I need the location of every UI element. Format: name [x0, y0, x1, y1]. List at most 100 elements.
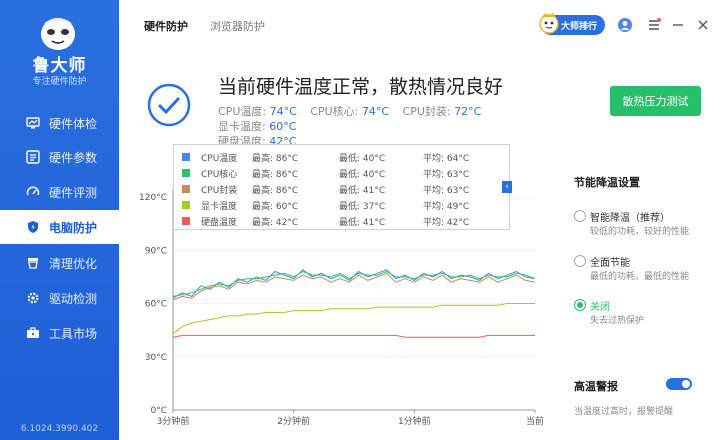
- sidebar: 鲁大师 专注硬件防护 硬件体检 硬件参数 硬件评测 电脑防护 清理优化 驱动检测…: [0, 0, 119, 440]
- temp-value: 72°C: [454, 105, 482, 118]
- temp-value: 74°C: [269, 105, 297, 118]
- temp-cpu-package: CPU封装: 72°C: [403, 105, 482, 118]
- legend-series-name: CPU封装: [201, 185, 238, 196]
- legend-row: CPU温度 最高: 86°C 最低: 40°C 平均: 64°C: [174, 149, 509, 165]
- legend-swatch: [182, 217, 190, 225]
- radio-button-selected[interactable]: [574, 299, 586, 311]
- legend-avg: 平均: 42°C: [423, 217, 470, 228]
- legend-max: 最高: 60°C: [252, 201, 299, 212]
- legend-row: CPU核心 最高: 86°C 最低: 40°C 平均: 63°C: [174, 165, 509, 181]
- temp-label: CPU核心:: [310, 105, 359, 118]
- legend-avg: 平均: 63°C: [423, 185, 470, 196]
- temp-value: 74°C: [361, 105, 390, 118]
- status-ok-icon: [147, 83, 191, 127]
- sidebar-item-tool-market[interactable]: 工具市场: [0, 316, 119, 350]
- series-line: [172, 334, 535, 338]
- legend-series-name: CPU温度: [201, 153, 238, 164]
- y-tick-label: 90°C: [145, 246, 167, 256]
- temp-gpu: 显卡温度: 60°C: [218, 120, 296, 133]
- legend-series-name: 显卡温度: [201, 201, 238, 212]
- gauge-icon: [26, 186, 40, 196]
- legend-collapse-button[interactable]: ‹: [502, 181, 512, 193]
- option-label: 智能降温（推荐）: [590, 213, 670, 224]
- legend-swatch: [182, 153, 190, 161]
- sidebar-item-driver-check[interactable]: 驱动检测: [0, 281, 119, 315]
- cooling-stress-test-button[interactable]: 散热压力测试: [610, 86, 701, 116]
- tab-hardware-protection[interactable]: 硬件防护: [144, 18, 188, 34]
- shield-bolt-icon: [28, 221, 38, 233]
- y-tick-label: 60°C: [145, 300, 167, 310]
- sidebar-item-label: 电脑防护: [49, 220, 98, 235]
- legend-min: 最低: 40°C: [339, 169, 386, 180]
- version-text: 6.1024.3990.402: [20, 424, 99, 434]
- temp-label: CPU封装:: [402, 105, 451, 118]
- sidebar-item-label: 硬件评测: [49, 185, 98, 200]
- legend-swatch: [182, 201, 190, 209]
- sidebar-item-label: 清理优化: [49, 256, 98, 271]
- x-tick-label: 当前: [526, 415, 544, 427]
- close-icon[interactable]: [695, 17, 711, 33]
- sidebar-item-label: 硬件参数: [49, 150, 98, 165]
- sidebar-item-label: 硬件体检: [49, 116, 98, 131]
- x-tick-label: 2分钟前: [277, 415, 310, 427]
- legend-avg: 平均: 63°C: [423, 169, 470, 180]
- temp-value: 60°C: [269, 120, 297, 133]
- sidebar-item-hardware-benchmark[interactable]: 硬件评测: [0, 175, 119, 209]
- rank-label: 大师排行: [561, 21, 598, 32]
- legend-max: 最高: 86°C: [252, 169, 299, 180]
- high-temp-alarm-toggle[interactable]: [666, 378, 692, 390]
- temp-label: 显卡温度:: [218, 120, 266, 133]
- legend-swatch: [182, 185, 190, 193]
- temp-cpu: CPU温度: 74°C: [218, 105, 297, 118]
- legend-series-name: CPU核心: [201, 169, 238, 180]
- chart-legend: CPU温度 最高: 86°C 最低: 40°C 平均: 64°C CPU核心 最高: 86…: [173, 144, 510, 230]
- energy-cooling-title: 节能降温设置: [574, 176, 640, 189]
- sidebar-item-pc-protection[interactable]: 电脑防护: [0, 210, 119, 244]
- series-line: [172, 270, 536, 297]
- status-title: 当前硬件温度正常，散热情况良好: [218, 76, 504, 98]
- legend-max: 最高: 86°C: [252, 153, 299, 164]
- sidebar-item-label: 驱动检测: [49, 291, 98, 306]
- tab-bar: 硬件防护 浏览器防护: [144, 18, 265, 34]
- legend-row: 显卡温度 最高: 60°C 最低: 37°C 平均: 49°C: [174, 197, 509, 213]
- legend-max: 最高: 42°C: [252, 217, 299, 228]
- menu-icon[interactable]: [646, 17, 662, 33]
- gear-icon: [27, 292, 39, 304]
- y-tick-label: 30°C: [145, 353, 167, 363]
- option-description: 较低的功耗，较好的性能: [590, 227, 690, 237]
- option-description: 失去过热保护: [590, 316, 645, 326]
- minimize-icon[interactable]: [670, 17, 686, 33]
- broom-icon: [28, 258, 38, 269]
- monitor-icon: [26, 117, 40, 129]
- series-line: [172, 303, 535, 335]
- legend-max: 最高: 86°C: [252, 185, 299, 196]
- legend-series-name: 硬盘温度: [201, 217, 238, 228]
- temp-label: CPU温度:: [218, 105, 267, 118]
- user-icon[interactable]: [617, 17, 633, 33]
- toolbox-icon: [27, 327, 39, 338]
- legend-min: 最低: 37°C: [339, 201, 386, 212]
- radio-button[interactable]: [574, 255, 586, 267]
- master-logo-icon: [41, 18, 75, 50]
- legend-min: 最低: 41°C: [339, 217, 386, 228]
- x-tick-label: 1分钟前: [398, 415, 431, 427]
- sidebar-item-label: 工具市场: [49, 326, 98, 341]
- rank-avatar-icon: [539, 13, 559, 34]
- legend-min: 最低: 41°C: [339, 185, 386, 196]
- legend-row: CPU封装 最高: 86°C 最低: 41°C 平均: 63°C: [174, 181, 509, 197]
- option-label: 关闭: [590, 302, 610, 313]
- sidebar-item-cleanup[interactable]: 清理优化: [0, 246, 119, 280]
- sidebar-item-hardware-check[interactable]: 硬件体检: [0, 106, 119, 140]
- legend-min: 最低: 40°C: [339, 153, 386, 164]
- series-line: [172, 269, 536, 299]
- radio-button[interactable]: [574, 210, 586, 222]
- sidebar-item-hardware-params[interactable]: 硬件参数: [0, 140, 119, 174]
- tab-browser-protection[interactable]: 浏览器防护: [210, 18, 265, 34]
- legend-swatch: [182, 169, 190, 177]
- high-temp-alarm-title: 高温警报: [574, 380, 618, 393]
- high-temp-alarm-description: 当温度过高时，报警提醒: [574, 407, 674, 417]
- legend-avg: 平均: 49°C: [423, 201, 470, 212]
- option-label: 全面节能: [590, 258, 630, 269]
- x-tick-label: 3分钟前: [157, 415, 190, 427]
- temp-cpu-core: CPU核心: 74°C: [310, 105, 389, 118]
